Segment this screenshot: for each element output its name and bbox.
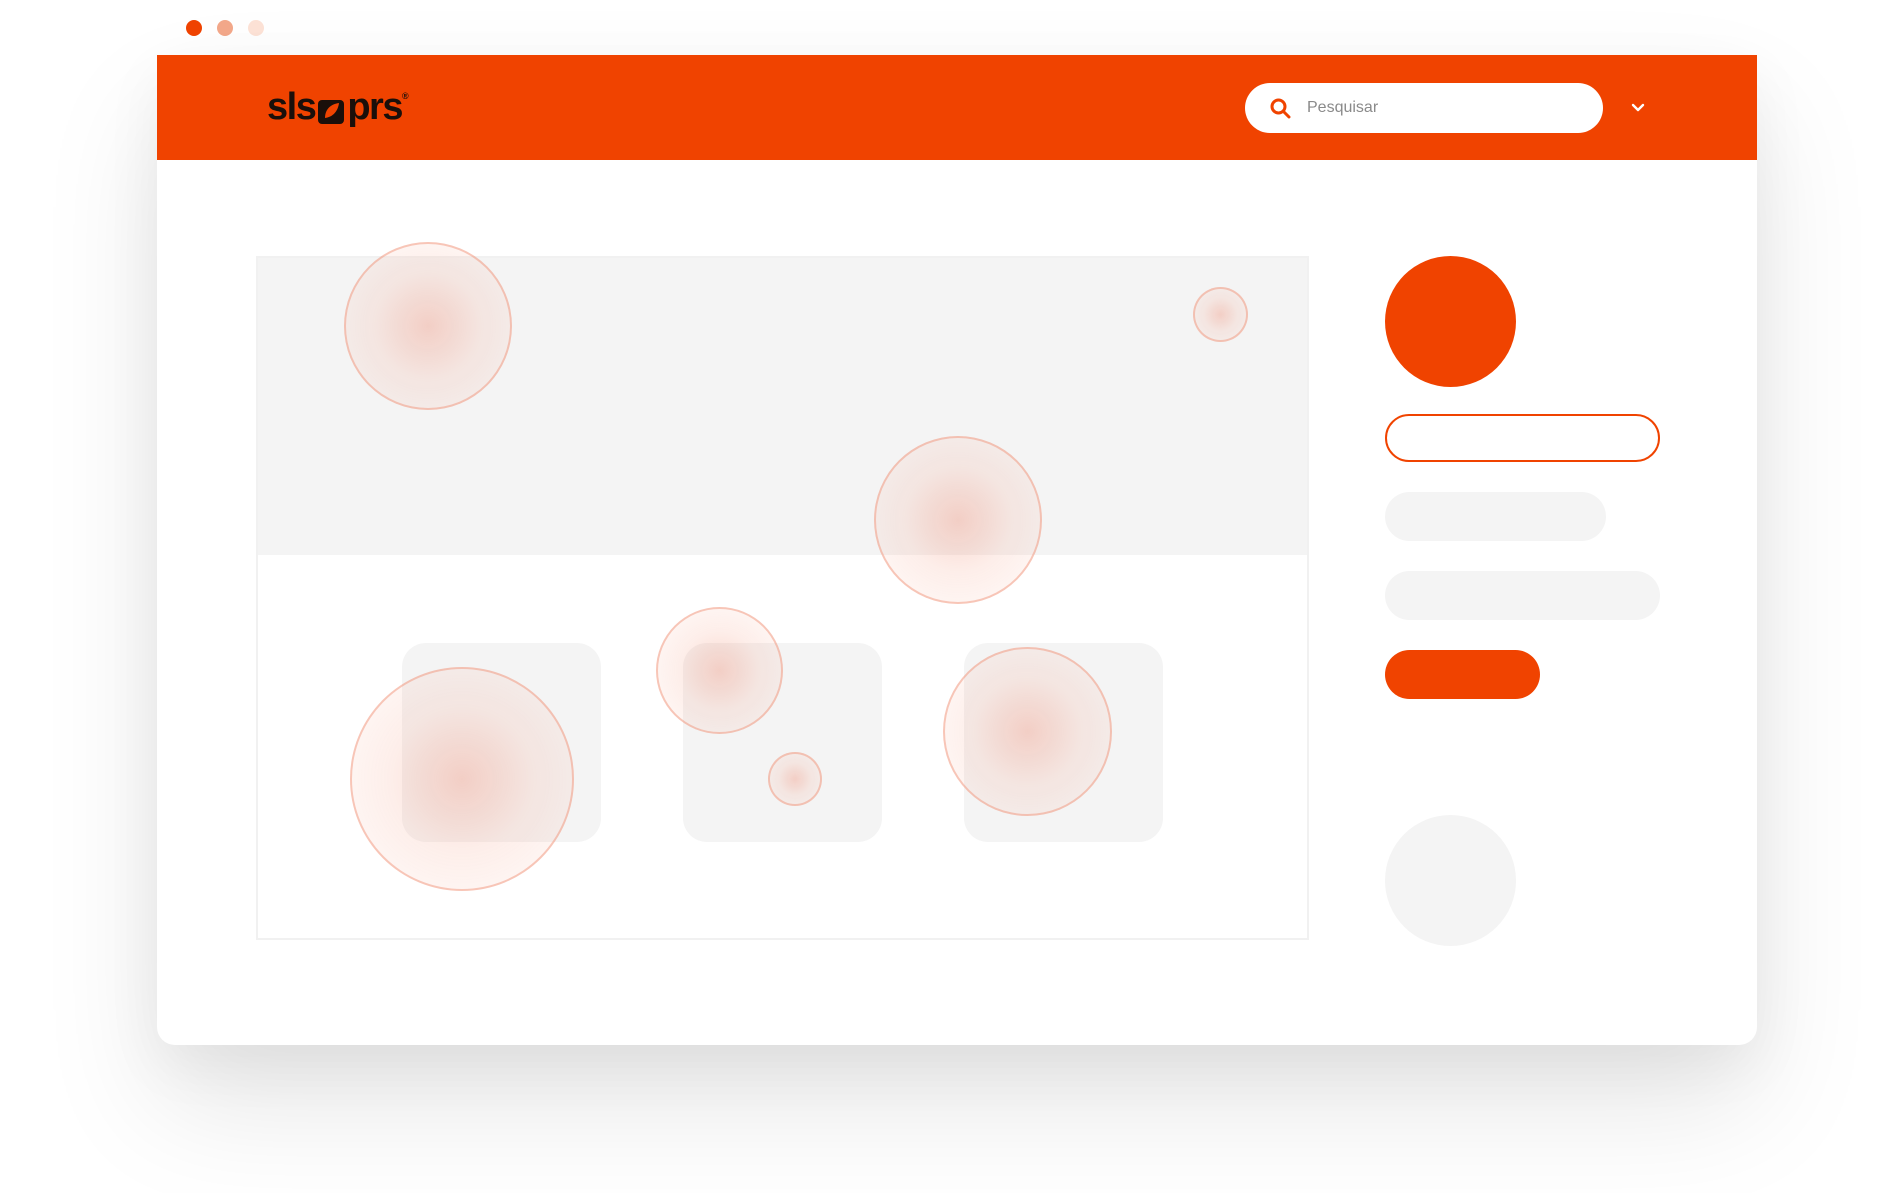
logo-suffix: prs [347,85,403,128]
sidebar-placeholder-line-2 [1385,571,1660,620]
search-icon [1269,97,1291,119]
search-input[interactable] [1305,98,1579,118]
heatmap-click-spot [656,607,783,734]
sidebar-placeholder-line-1 [1385,492,1606,541]
site-header: sls prs ® [157,55,1757,160]
page: sls prs ® [0,0,1902,1193]
sidebar-outlined-field[interactable] [1385,414,1660,462]
logo-registered-mark: ® [401,91,409,101]
heatmap-click-spot [1193,287,1248,342]
heatmap-click-spot [350,667,574,891]
chevron-down-icon[interactable] [1629,99,1647,117]
window-minimize-dot[interactable] [217,20,233,36]
heatmap-click-spot [344,242,512,410]
brand-logo[interactable]: sls prs ® [267,85,409,129]
heatmap-click-spot [874,436,1042,604]
search-bar[interactable] [1245,83,1603,133]
window-maximize-dot[interactable] [248,20,264,36]
logo-mark-icon [317,92,345,124]
sidebar-primary-button[interactable] [1385,650,1540,699]
heatmap-click-spot [768,752,822,806]
sidebar-secondary-avatar[interactable] [1385,815,1516,946]
heatmap-click-spot [943,647,1112,816]
logo-prefix: sls [267,85,317,128]
profile-avatar[interactable] [1385,256,1516,387]
window-close-dot[interactable] [186,20,202,36]
